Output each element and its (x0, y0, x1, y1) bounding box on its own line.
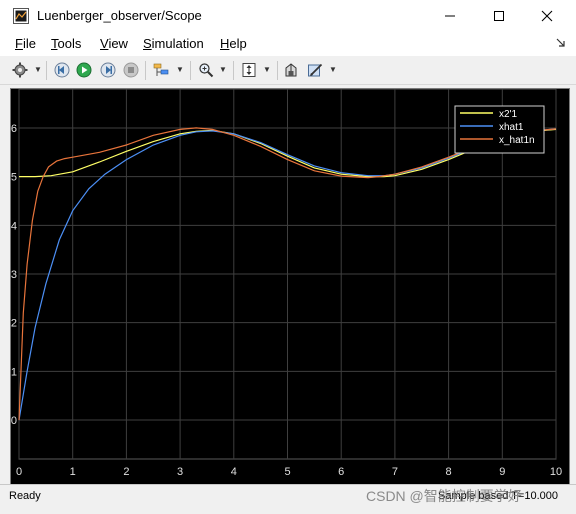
toolbar: ▼ ▼ ▼ ▼ ▼ (0, 57, 576, 85)
title-bar[interactable]: Luenberger_observer/Scope (0, 0, 576, 32)
legend-label: xhat1 (499, 122, 524, 133)
run-icon (76, 62, 92, 78)
scope-display[interactable]: 0 1 2 3 4 5 6 7 8 9 10 0 1 2 3 4 5 6 x2'1 xhat1 x_hat1n (10, 88, 570, 486)
y-tick-label: 6 (11, 123, 17, 135)
scope-app-icon (13, 8, 29, 24)
menu-simulation-label: imulation (151, 36, 204, 51)
toolbar-separator (46, 61, 47, 80)
menu-file-label: ile (22, 36, 36, 51)
window-title: Luenberger_observer/Scope (37, 8, 202, 23)
menu-help-mnemonic: H (220, 36, 230, 51)
x-tick-label: 2 (123, 466, 129, 478)
status-ready-text: Ready (9, 490, 41, 502)
close-button[interactable] (524, 0, 570, 32)
step-back-button[interactable] (52, 60, 72, 80)
gear-icon (12, 62, 28, 78)
watermark-text: CSDN @智能控制要学好 (366, 488, 522, 504)
menu-view[interactable]: View (100, 36, 128, 51)
y-tick-label: 5 (11, 172, 17, 184)
x-tick-label: 4 (231, 466, 237, 478)
menu-view-label: iew (108, 36, 128, 51)
autoscale-icon (242, 63, 256, 77)
properties-dropdown-icon[interactable]: ▼ (329, 65, 337, 74)
menu-simulation-mnemonic: S (143, 36, 152, 51)
close-icon (541, 10, 553, 22)
menu-file[interactable]: File (15, 36, 36, 51)
triggers-icon (153, 63, 169, 76)
zoom-dropdown-icon[interactable]: ▼ (219, 65, 227, 74)
stop-button[interactable] (121, 60, 141, 80)
maximize-icon (494, 11, 504, 21)
scope-window: Luenberger_observer/Scope File Tools Vie… (0, 0, 576, 514)
toolbar-separator (145, 61, 146, 80)
highlight-icon (285, 63, 297, 77)
triggers-button[interactable] (151, 60, 171, 80)
legend-label: x2'1 (499, 109, 517, 120)
autoscale-button[interactable] (239, 60, 259, 80)
menu-file-mnemonic: F (15, 36, 23, 51)
triggers-dropdown-icon[interactable]: ▼ (176, 65, 184, 74)
maximize-button[interactable] (476, 0, 522, 32)
menu-tools[interactable]: Tools (51, 36, 81, 51)
x-tick-label: 0 (16, 466, 22, 478)
step-forward-button[interactable] (98, 60, 118, 80)
configuration-dropdown-icon[interactable]: ▼ (34, 65, 42, 74)
x-tick-label: 9 (499, 466, 505, 478)
legend-label: x_hat1n (499, 135, 535, 146)
toolbar-separator (277, 61, 278, 80)
zoom-button[interactable] (196, 60, 216, 80)
y-tick-label: 1 (11, 366, 17, 378)
menu-tools-label: ools (57, 36, 82, 51)
minimize-button[interactable] (427, 0, 473, 32)
x-tick-label: 1 (70, 466, 76, 478)
configuration-button[interactable] (10, 60, 30, 80)
stop-icon (123, 62, 139, 78)
properties-icon (308, 63, 323, 77)
y-tick-label: 4 (11, 220, 17, 232)
highlight-block-button[interactable] (281, 60, 301, 80)
x-tick-label: 6 (338, 466, 344, 478)
menu-help-label: elp (229, 36, 247, 51)
x-tick-label: 10 (550, 466, 562, 478)
y-tick-label: 2 (11, 318, 17, 330)
x-tick-label: 8 (446, 466, 452, 478)
undock-arrow-icon[interactable] (556, 38, 566, 48)
toolbar-separator (233, 61, 234, 80)
menu-bar: File Tools View Simulation Help (0, 32, 576, 56)
toolbar-separator (190, 61, 191, 80)
scope-plot[interactable]: 0 1 2 3 4 5 6 7 8 9 10 0 1 2 3 4 5 6 x2'1 xhat1 x_hat1n (11, 88, 569, 485)
menu-help[interactable]: Help (220, 36, 247, 51)
x-tick-label: 3 (177, 466, 183, 478)
x-tick-label: 5 (284, 466, 290, 478)
x-tick-label: 7 (392, 466, 398, 478)
y-tick-label: 0 (11, 415, 17, 427)
autoscale-dropdown-icon[interactable]: ▼ (263, 65, 271, 74)
properties-button[interactable] (305, 60, 325, 80)
step-back-icon (54, 62, 70, 78)
zoom-icon (199, 63, 214, 78)
y-tick-label: 3 (11, 269, 17, 281)
step-forward-icon (100, 62, 116, 78)
menu-simulation[interactable]: Simulation (143, 36, 204, 51)
run-button[interactable] (74, 60, 94, 80)
minimize-icon (445, 15, 455, 17)
